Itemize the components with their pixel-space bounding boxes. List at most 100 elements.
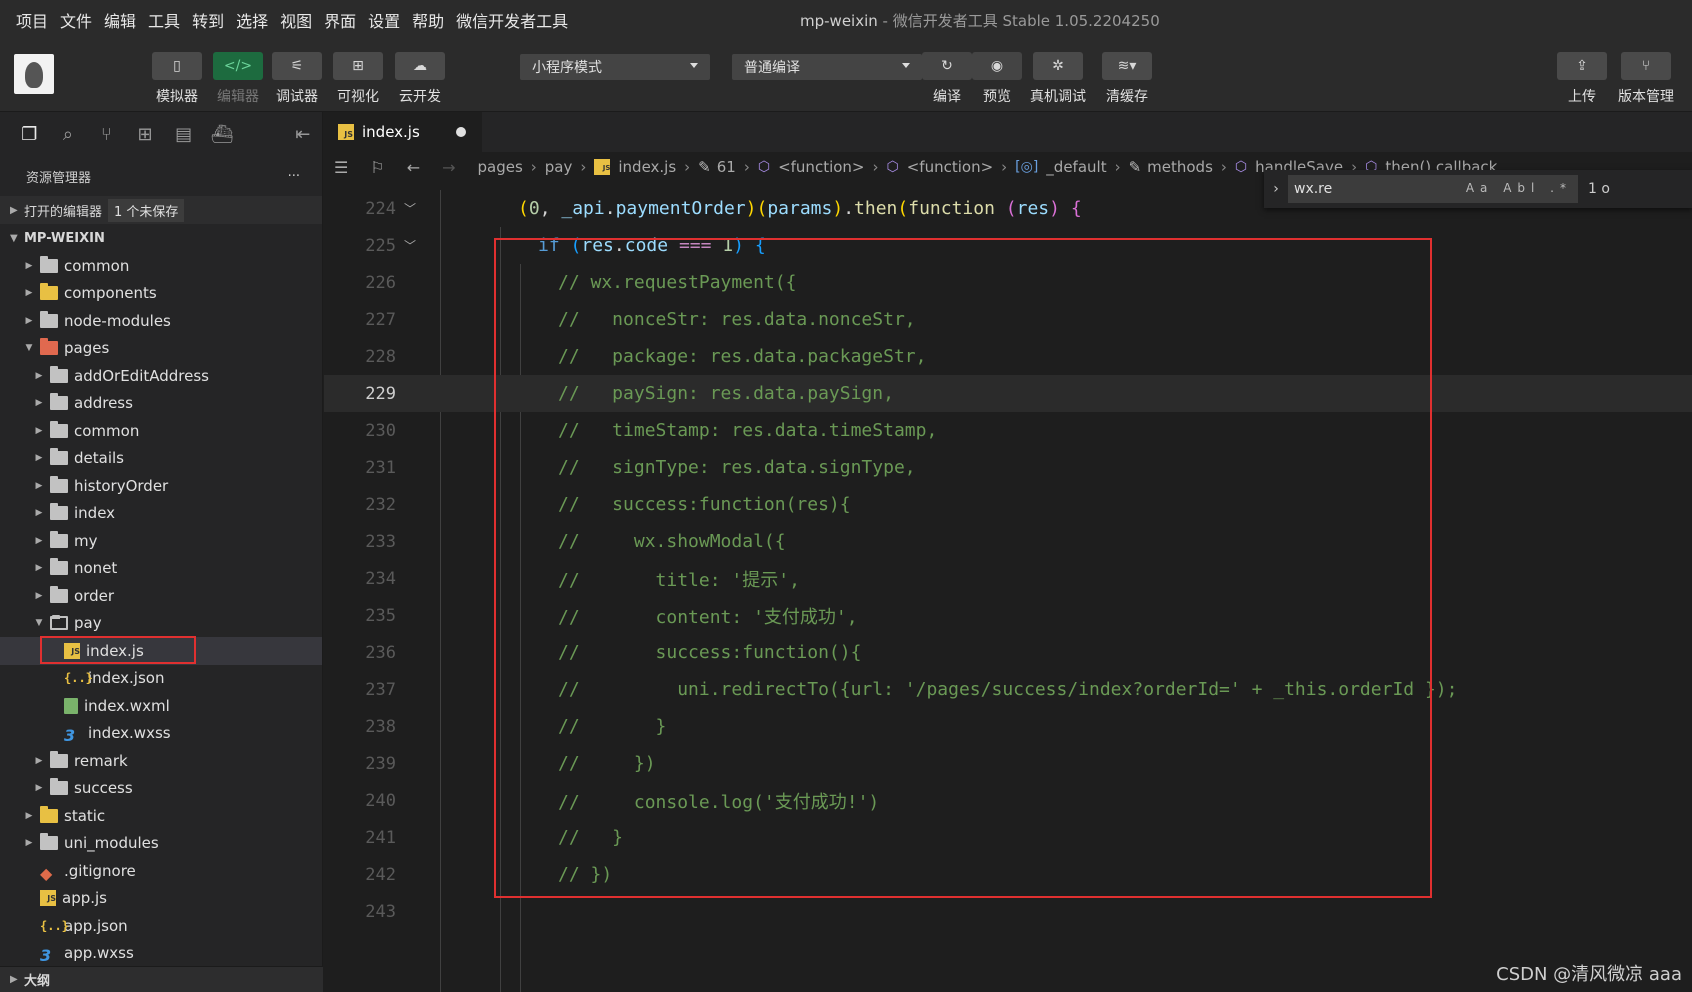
tree-file-app-json[interactable]: {..} app.json xyxy=(0,912,322,940)
tree-folder-success[interactable]: ▶ success xyxy=(0,775,322,803)
tree-file-app-wxss[interactable]: 3 app.wxss xyxy=(0,940,322,968)
folder-icon xyxy=(40,833,58,851)
search-icon[interactable]: ⌕ xyxy=(49,112,88,156)
compile-button[interactable]: ↻ 编译 xyxy=(922,52,972,106)
upload-icon: ⇪ xyxy=(1557,52,1607,80)
tree-file-gitignore[interactable]: ◆ .gitignore xyxy=(0,857,322,885)
menu-project[interactable]: 项目 xyxy=(16,8,48,32)
folder-icon xyxy=(50,503,68,521)
preview-button[interactable]: ◉ 预览 xyxy=(972,52,1022,106)
chevron-down-icon: ▼ xyxy=(25,343,33,354)
tree-folder-common[interactable]: ▶ common xyxy=(0,417,322,445)
tab-bar: JS index.js xyxy=(324,112,1692,152)
tree-folder-pay[interactable]: ▼ pay xyxy=(0,610,322,638)
menu-help[interactable]: 帮助 xyxy=(412,8,444,32)
tree-folder-static[interactable]: ▶ static xyxy=(0,802,322,830)
storage-icon[interactable]: ▤ xyxy=(164,112,203,156)
chevron-down-icon[interactable]: ﹀ xyxy=(404,200,416,217)
tree-label: uni_modules xyxy=(64,834,159,853)
outline-section[interactable]: ▶ 大纲 xyxy=(0,966,323,992)
crumb-default[interactable]: _default xyxy=(1046,158,1106,176)
avatar[interactable] xyxy=(14,54,54,94)
simulator-label: 模拟器 xyxy=(156,89,198,105)
crumb-pay[interactable]: pay xyxy=(545,158,573,176)
window-title-project: mp-weixin xyxy=(800,12,878,30)
crumb-pages[interactable]: pages xyxy=(478,158,523,176)
menu-tools[interactable]: 工具 xyxy=(148,8,180,32)
code-area[interactable]: 224 ﹀ (0, _api.paymentOrder)(params).the… xyxy=(324,190,1692,992)
tree-folder-node-modules[interactable]: ▶ node-modules xyxy=(0,307,322,335)
tree-folder-index[interactable]: ▶ index xyxy=(0,500,322,528)
line-number: 235 xyxy=(365,605,396,626)
project-root-section[interactable]: ▼ MP-WEIXIN xyxy=(0,224,322,252)
highlight-box-file xyxy=(40,636,196,664)
menu-view[interactable]: 视图 xyxy=(280,8,312,32)
debugger-button[interactable]: ⚟ 调试器 xyxy=(272,52,322,106)
folder-icon xyxy=(40,255,58,273)
tree-folder-order[interactable]: ▶ order xyxy=(0,582,322,610)
bookmark-icon[interactable]: ⚐ xyxy=(370,158,384,177)
collapse-panel-icon[interactable]: ⇤ xyxy=(283,112,322,156)
tree-label: .gitignore xyxy=(64,861,136,880)
folder-icon xyxy=(50,475,68,493)
tree-label: pages xyxy=(64,339,110,358)
tree-folder-historyOrder[interactable]: ▶ historyOrder xyxy=(0,472,322,500)
tree-folder-remark[interactable]: ▶ remark xyxy=(0,747,322,775)
chevron-right-icon: ▶ xyxy=(35,425,43,436)
menu-file[interactable]: 文件 xyxy=(60,8,92,32)
tree-folder-details[interactable]: ▶ details xyxy=(0,445,322,473)
simulator-button[interactable]: ▯ 模拟器 xyxy=(152,52,202,106)
more-icon[interactable]: ··· xyxy=(288,169,300,184)
tree-folder-addOrEditAddress[interactable]: ▶ addOrEditAddress xyxy=(0,362,322,390)
back-arrow-icon[interactable]: ← xyxy=(407,158,420,177)
json-file-icon: {..} xyxy=(64,671,93,686)
crumb-methods[interactable]: methods xyxy=(1147,158,1213,176)
forward-arrow-icon[interactable]: → xyxy=(442,158,455,177)
editor-button[interactable]: </> 编辑器 xyxy=(213,52,263,106)
menu-wechat-devtools[interactable]: 微信开发者工具 xyxy=(456,8,568,32)
chevron-right-icon: › xyxy=(580,158,587,176)
visual-button[interactable]: ⊞ 可视化 xyxy=(333,52,383,106)
crumb-line[interactable]: 61 xyxy=(717,158,736,176)
tree-folder-my[interactable]: ▶ my xyxy=(0,527,322,555)
list-icon[interactable]: ☰ xyxy=(334,158,348,177)
clear-cache-button[interactable]: ≋▾ 清缓存 xyxy=(1102,52,1152,106)
real-debug-button[interactable]: ✲ 真机调试 xyxy=(1030,52,1086,106)
chevron-right-icon: ▶ xyxy=(35,508,43,519)
menu-select[interactable]: 选择 xyxy=(236,8,268,32)
menu-settings[interactable]: 设置 xyxy=(368,8,400,32)
crumb-function-1[interactable]: <function> xyxy=(778,158,864,176)
upload-button[interactable]: ⇪ 上传 xyxy=(1557,52,1607,106)
tree-file-index-wxss[interactable]: 3 index.wxss xyxy=(0,720,322,748)
files-icon[interactable]: ❐ xyxy=(10,112,49,156)
cloud-button[interactable]: ☁ 云开发 xyxy=(395,52,445,106)
chevron-right-icon: › xyxy=(1220,158,1227,176)
tree-folder-common[interactable]: ▶ common xyxy=(0,252,322,280)
chevron-down-icon[interactable]: ﹀ xyxy=(404,237,416,254)
unsaved-dot-icon[interactable] xyxy=(455,127,466,137)
tree-file-app-js[interactable]: JS app.js xyxy=(0,885,322,913)
cube-icon: ⬡ xyxy=(886,159,899,175)
tree-folder-address[interactable]: ▶ address xyxy=(0,390,322,418)
crumb-file[interactable]: index.js xyxy=(618,158,676,176)
menu-edit[interactable]: 编辑 xyxy=(104,8,136,32)
mode-select[interactable]: 小程序模式 xyxy=(520,54,710,80)
menu-goto[interactable]: 转到 xyxy=(192,8,224,32)
version-button[interactable]: ⑂ 版本管理 xyxy=(1618,52,1674,106)
tree-folder-uni-modules[interactable]: ▶ uni_modules xyxy=(0,830,322,858)
tree-file-index-json[interactable]: {..} index.json xyxy=(0,665,322,693)
tab-index-js[interactable]: JS index.js xyxy=(324,112,483,152)
tree-file-index-wxml[interactable]: index.wxml xyxy=(0,692,322,720)
open-editors-section[interactable]: ▶ 打开的编辑器 1 个未保存 xyxy=(0,196,322,224)
js-file-icon: JS xyxy=(338,124,354,140)
source-control-icon[interactable]: ⑂ xyxy=(87,112,126,156)
menu-interface[interactable]: 界面 xyxy=(324,8,356,32)
tree-folder-components[interactable]: ▶ components xyxy=(0,280,322,308)
extensions-icon[interactable]: ⊞ xyxy=(126,112,165,156)
docker-icon[interactable]: ⛴ xyxy=(203,112,242,156)
chevron-right-icon: ▶ xyxy=(35,590,43,601)
compile-select[interactable]: 普通编译 xyxy=(732,54,922,80)
crumb-function-2[interactable]: <function> xyxy=(907,158,993,176)
tree-folder-pages[interactable]: ▼ pages xyxy=(0,335,322,363)
tree-folder-nonet[interactable]: ▶ nonet xyxy=(0,555,322,583)
